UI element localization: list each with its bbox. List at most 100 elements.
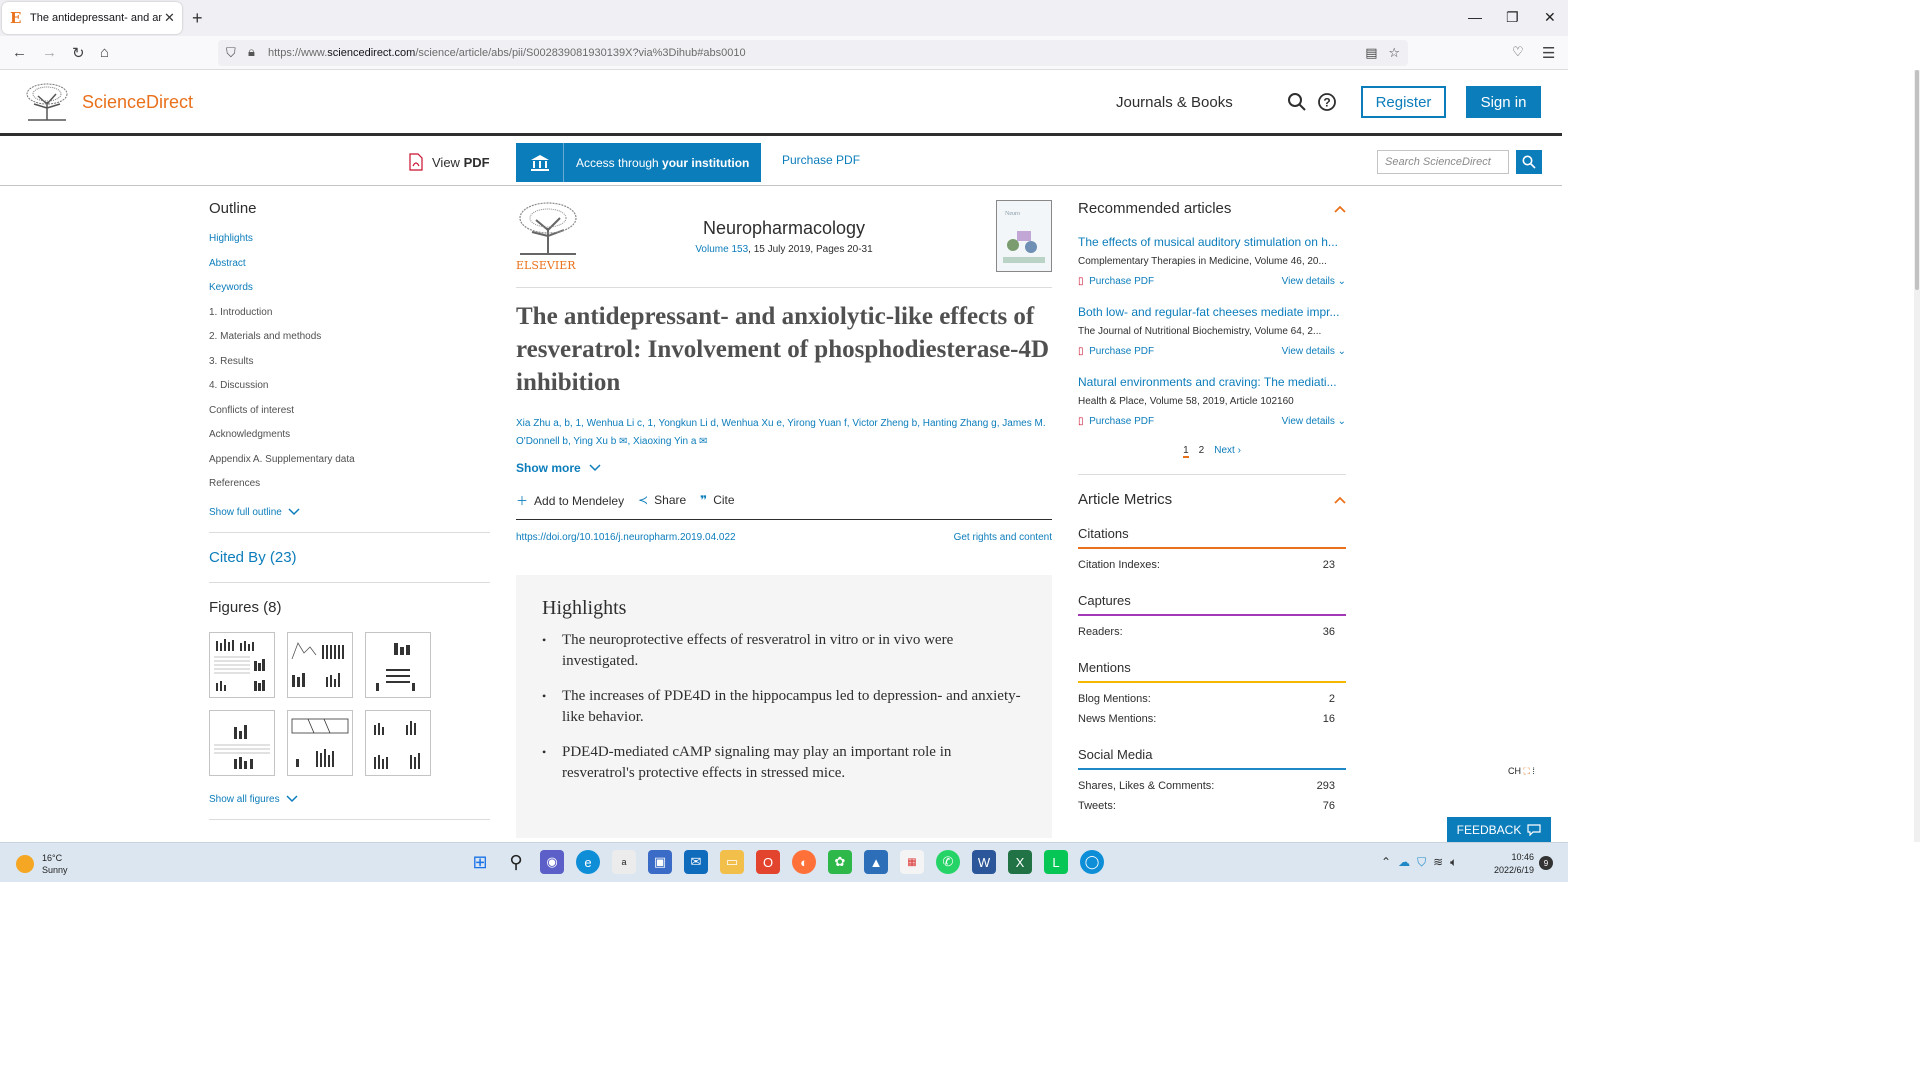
edge-browser-icon[interactable]: e: [576, 850, 600, 874]
recommended-header[interactable]: Recommended articles: [1078, 200, 1346, 217]
home-icon[interactable]: ⌂: [100, 44, 109, 61]
edge-dev-icon[interactable]: ◯: [1080, 850, 1104, 874]
chevron-up-icon[interactable]: [1334, 203, 1346, 215]
minimize-icon[interactable]: —: [1468, 9, 1482, 25]
share-button[interactable]: ≺ Share: [638, 493, 686, 507]
page-2-button[interactable]: 2: [1199, 445, 1205, 458]
weather-widget[interactable]: 16°C Sunny: [16, 852, 68, 876]
browser-tab[interactable]: E The antidepressant- and anxiolyt ✕: [2, 2, 182, 34]
recommended-title-3[interactable]: Natural environments and craving: The me…: [1078, 375, 1346, 389]
photos-icon[interactable]: ▲: [864, 850, 888, 874]
purchase-pdf-link[interactable]: ▯ Purchase PDF: [1078, 346, 1154, 357]
word-icon[interactable]: W: [972, 850, 996, 874]
url-text[interactable]: https://www.sciencedirect.com/science/ar…: [268, 47, 746, 59]
forward-icon[interactable]: →: [42, 44, 57, 61]
ime-indicator[interactable]: CH ⛶ ⁞: [1508, 766, 1535, 777]
outline-item-abstract[interactable]: Abstract: [209, 258, 490, 283]
whatsapp-icon[interactable]: ✆: [936, 850, 960, 874]
cited-by-link[interactable]: Cited By (23): [209, 549, 490, 566]
rights-link[interactable]: Get rights and content: [954, 532, 1052, 543]
journal-name[interactable]: Neuropharmacology: [516, 218, 1052, 239]
office-icon[interactable]: O: [756, 850, 780, 874]
authors-line-2[interactable]: O'Donnell b, Ying Xu b ✉, Xiaoxing Yin a…: [516, 433, 1052, 451]
outline-item-appendix[interactable]: Appendix A. Supplementary data: [209, 454, 490, 479]
journal-cover-image[interactable]: Neuro: [996, 200, 1052, 272]
authors-line-1[interactable]: Xia Zhu a, b, 1, Wenhua Li c, 1, Yongkun…: [516, 415, 1052, 433]
page-scrollbar[interactable]: [1914, 70, 1920, 842]
purchase-pdf-link[interactable]: ▯ Purchase PDF: [1078, 416, 1154, 427]
figure-thumbnail-4[interactable]: [209, 709, 275, 776]
show-all-figures-button[interactable]: Show all figures: [209, 794, 490, 805]
teams-chat-icon[interactable]: ◉: [540, 850, 564, 874]
doi-link[interactable]: https://doi.org/10.1016/j.neuropharm.201…: [516, 532, 736, 543]
file-explorer-icon[interactable]: ▭: [720, 850, 744, 874]
scrollbar-thumb[interactable]: [1915, 70, 1919, 290]
close-window-icon[interactable]: ✕: [1544, 9, 1556, 26]
search-submit-button[interactable]: [1516, 150, 1542, 174]
show-full-outline-button[interactable]: Show full outline: [209, 507, 490, 518]
lock-icon[interactable]: 🔒︎: [248, 44, 255, 60]
shield-icon[interactable]: ⛉: [1417, 855, 1426, 870]
register-button[interactable]: Register: [1361, 86, 1446, 118]
outline-item-references[interactable]: References: [209, 478, 490, 503]
back-icon[interactable]: ←: [12, 44, 27, 61]
outline-item-highlights[interactable]: Highlights: [209, 233, 490, 258]
view-details-button[interactable]: View details ⌄: [1282, 346, 1346, 357]
feedback-button[interactable]: FEEDBACK: [1447, 817, 1551, 842]
shield-icon[interactable]: ⛉: [226, 45, 236, 61]
sciencedirect-brand[interactable]: ScienceDirect: [82, 92, 193, 113]
line-icon[interactable]: L: [1044, 850, 1068, 874]
close-tab-icon[interactable]: ✕: [164, 10, 175, 26]
view-details-button[interactable]: View details ⌄: [1282, 276, 1346, 287]
chevron-up-icon[interactable]: ⌃: [1381, 855, 1391, 870]
volume-icon[interactable]: 🔈︎: [1450, 855, 1457, 870]
outline-item-keywords[interactable]: Keywords: [209, 282, 490, 307]
figure-thumbnail-1[interactable]: [209, 631, 275, 698]
help-icon[interactable]: ?: [1317, 92, 1337, 112]
outline-item-materials[interactable]: 2. Materials and methods: [209, 331, 490, 356]
app-icon[interactable]: ▦: [900, 850, 924, 874]
store-icon[interactable]: ▣: [648, 850, 672, 874]
reload-icon[interactable]: ↻: [72, 44, 85, 62]
metrics-header[interactable]: Article Metrics: [1078, 491, 1346, 508]
menu-icon[interactable]: ☰: [1542, 44, 1555, 62]
outline-item-conflicts[interactable]: Conflicts of interest: [209, 405, 490, 430]
elsevier-tree-logo-icon[interactable]: [24, 82, 70, 122]
pocket-icon[interactable]: ♡: [1512, 44, 1524, 60]
chevron-up-icon[interactable]: [1334, 494, 1346, 506]
mail-icon[interactable]: ✉: [684, 850, 708, 874]
volume-link[interactable]: Volume 153: [695, 244, 748, 255]
cloud-icon[interactable]: ☁: [1398, 855, 1410, 870]
purchase-pdf-link[interactable]: Purchase PDF: [782, 153, 860, 167]
search-icon[interactable]: [1287, 92, 1307, 112]
figure-thumbnail-3[interactable]: [365, 631, 431, 698]
clock[interactable]: 10:46 2022/6/19: [1486, 851, 1534, 877]
figure-thumbnail-6[interactable]: [365, 709, 431, 776]
outline-item-results[interactable]: 3. Results: [209, 356, 490, 381]
view-pdf-button[interactable]: View PDF: [408, 153, 490, 171]
outline-item-introduction[interactable]: 1. Introduction: [209, 307, 490, 332]
outline-item-acknowledgments[interactable]: Acknowledgments: [209, 429, 490, 454]
page-1-button[interactable]: 1: [1183, 445, 1189, 458]
amazon-icon[interactable]: a: [612, 850, 636, 874]
url-bar[interactable]: ⛉ 🔒︎ https://www.sciencedirect.com/scien…: [218, 40, 1408, 66]
add-to-mendeley-button[interactable]: ＋ Add to Mendeley: [516, 492, 624, 509]
restore-icon[interactable]: ❐: [1506, 9, 1519, 26]
wechat-icon[interactable]: ✿: [828, 850, 852, 874]
show-more-button[interactable]: Show more: [516, 461, 1052, 475]
figure-thumbnail-2[interactable]: [287, 631, 353, 698]
wifi-icon[interactable]: ≋: [1433, 855, 1443, 870]
search-input[interactable]: Search ScienceDirect: [1377, 150, 1509, 174]
next-page-button[interactable]: Next ›: [1214, 445, 1241, 458]
recommended-title-2[interactable]: Both low- and regular-fat cheeses mediat…: [1078, 305, 1346, 319]
notification-badge[interactable]: 9: [1539, 856, 1553, 870]
access-institution-button[interactable]: Access through your institution: [516, 143, 761, 182]
excel-icon[interactable]: X: [1008, 850, 1032, 874]
recommended-title-1[interactable]: The effects of musical auditory stimulat…: [1078, 235, 1346, 249]
figure-thumbnail-5[interactable]: [287, 709, 353, 776]
view-details-button[interactable]: View details ⌄: [1282, 416, 1346, 427]
sign-in-button[interactable]: Sign in: [1466, 86, 1541, 118]
cite-button[interactable]: ❞ Cite: [700, 493, 734, 507]
firefox-icon[interactable]: ◐: [792, 850, 816, 874]
outline-item-discussion[interactable]: 4. Discussion: [209, 380, 490, 405]
